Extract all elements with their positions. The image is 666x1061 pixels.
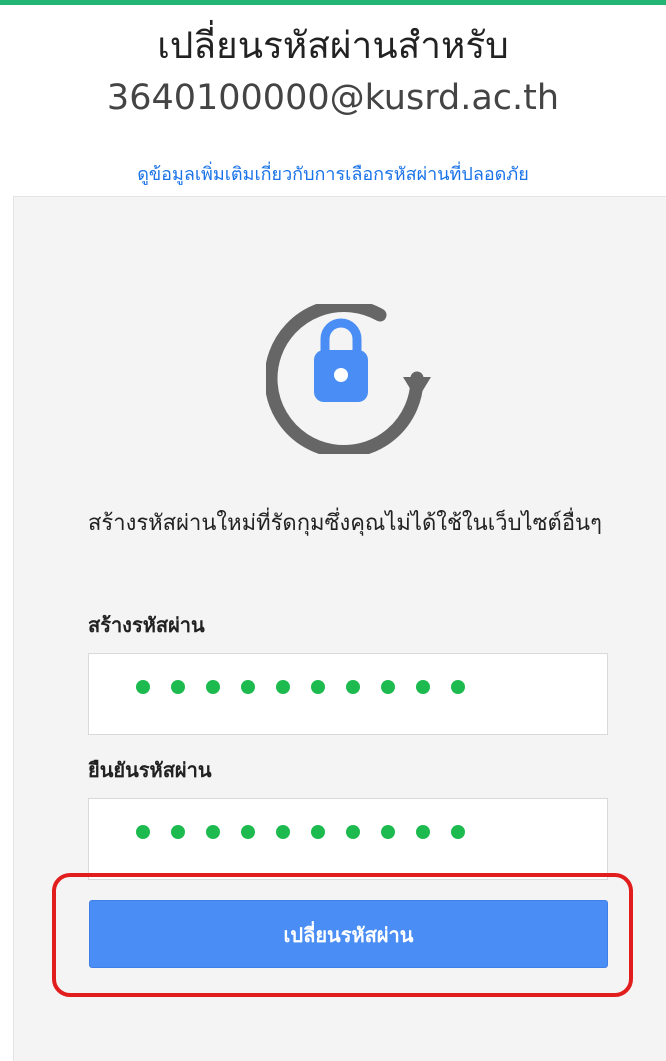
password-mask-dot <box>311 825 325 839</box>
masked-password-dots <box>136 680 486 694</box>
password-mask-dot <box>276 825 290 839</box>
password-mask-dot <box>136 680 150 694</box>
password-mask-dot <box>276 680 290 694</box>
password-mask-dot <box>311 680 325 694</box>
page-title: เปลี่ยนรหัสผ่านสำหรับ <box>157 24 509 67</box>
password-mask-dot <box>241 680 255 694</box>
password-mask-dot <box>451 680 465 694</box>
masked-password-dots <box>136 825 486 839</box>
lock-refresh-icon <box>266 304 431 454</box>
confirm-password-input[interactable] <box>88 798 608 880</box>
password-mask-dot <box>381 680 395 694</box>
new-password-label: สร้างรหัสผ่าน <box>88 613 205 637</box>
password-instructions: สร้างรหัสผ่านใหม่ที่รัดกุมซึ่งคุณไม่ได้ใ… <box>88 511 602 536</box>
password-mask-dot <box>416 825 430 839</box>
password-help-link[interactable]: ดูข้อมูลเพิ่มเติมเกี่ยวกับการเลือกรหัสผ่… <box>0 161 666 189</box>
password-mask-dot <box>136 825 150 839</box>
password-mask-dot <box>171 680 185 694</box>
password-mask-dot <box>451 825 465 839</box>
password-mask-dot <box>241 825 255 839</box>
highlight-annotation-frame <box>52 873 633 997</box>
password-mask-dot <box>381 825 395 839</box>
password-mask-dot <box>206 825 220 839</box>
password-mask-dot <box>416 680 430 694</box>
account-email: 3640100000@kusrd.ac.th <box>106 78 560 118</box>
new-password-input[interactable] <box>88 653 608 735</box>
password-mask-dot <box>206 680 220 694</box>
password-mask-dot <box>346 825 360 839</box>
password-mask-dot <box>346 680 360 694</box>
password-mask-dot <box>171 825 185 839</box>
confirm-password-label: ยืนยันรหัสผ่าน <box>88 758 212 782</box>
top-accent-bar <box>0 0 666 5</box>
